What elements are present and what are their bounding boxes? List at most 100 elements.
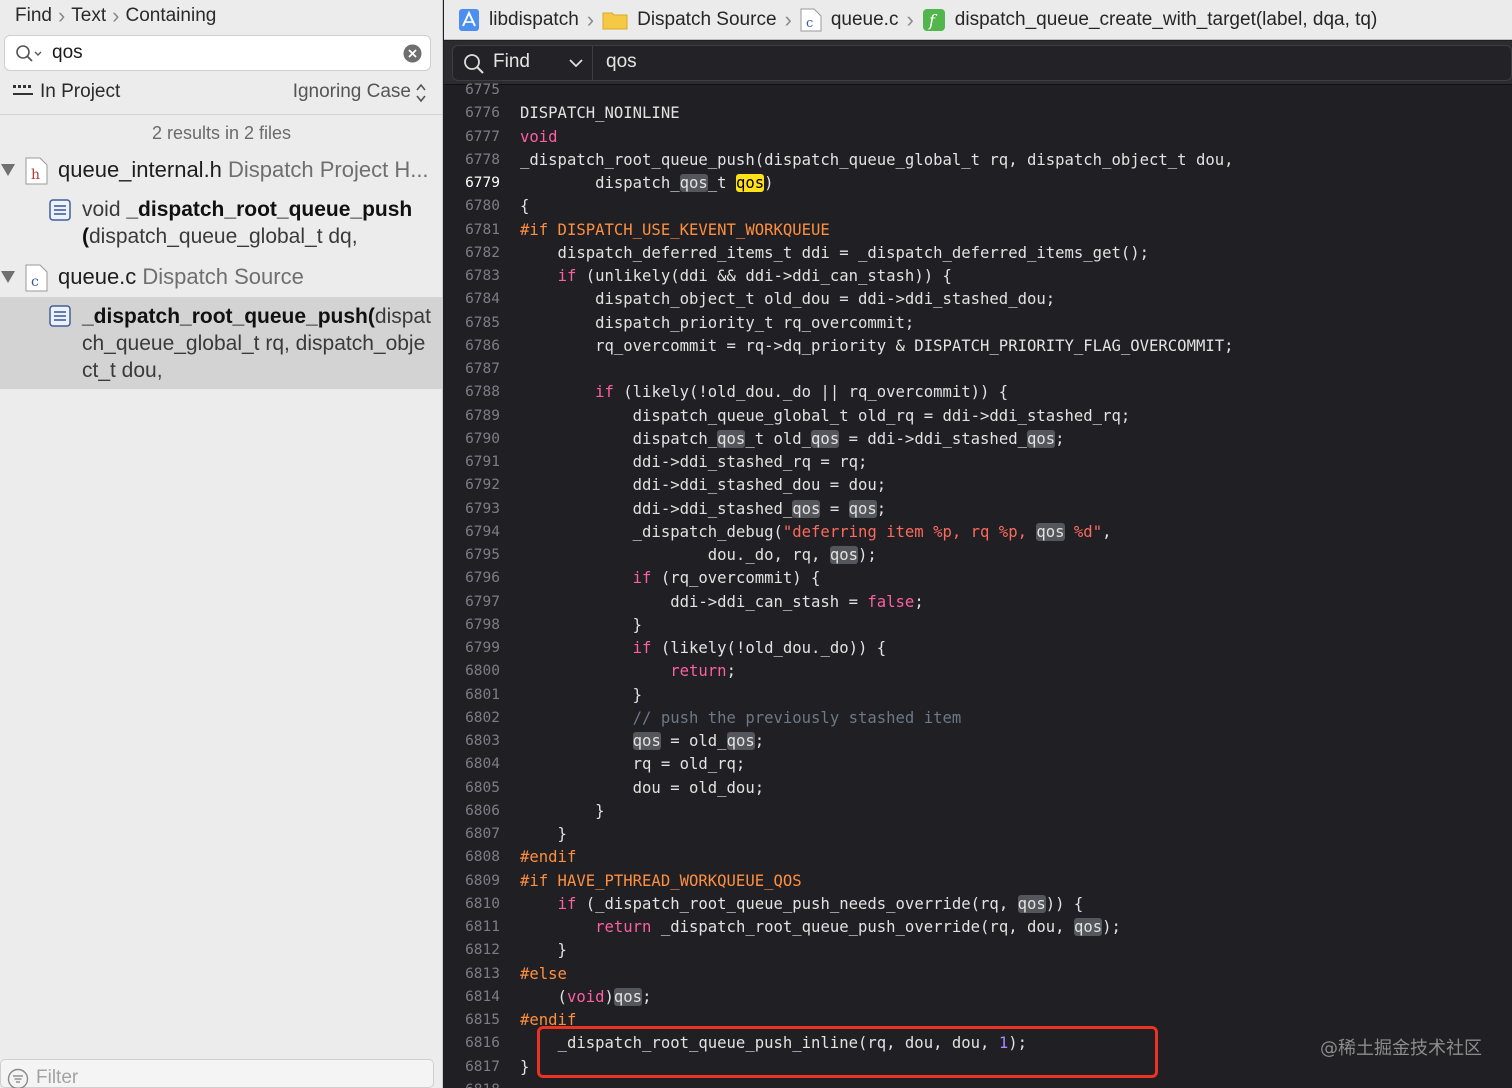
up-down-chevron-icon[interactable] — [415, 82, 427, 104]
filter-field[interactable]: Filter — [0, 1059, 434, 1088]
scope-in-project[interactable]: In Project — [40, 81, 120, 103]
code-line[interactable]: 6792 ddi->ddi_stashed_dou = dou; — [444, 474, 1512, 497]
code-text: ddi->ddi_stashed_dou = dou; — [520, 476, 887, 495]
code-line[interactable]: 6794 _dispatch_debug("deferring item %p,… — [444, 521, 1512, 544]
line-number: 6796 — [465, 570, 500, 587]
disclosure-triangle-icon[interactable] — [1, 164, 15, 176]
code-line[interactable]: 6798 } — [444, 614, 1512, 637]
code-line[interactable]: 6781 #if DISPATCH_USE_KEVENT_WORKQUEUE — [444, 219, 1512, 242]
code-text: dispatch_qos_t old_qos = ddi->ddi_stashe… — [520, 429, 1065, 448]
result-match-text: _dispatch_root_queue_push(dispatch_queue… — [82, 305, 431, 382]
search-match: qos — [717, 429, 746, 448]
code-text: dispatch_qos_t qos) — [520, 174, 774, 192]
code-line[interactable]: 6809 #if HAVE_PTHREAD_WORKQUEUE_QOS — [444, 870, 1512, 893]
code-line[interactable]: 6803 qos = old_qos; — [444, 730, 1512, 753]
editor-find-field[interactable]: Find qos — [452, 45, 1512, 81]
line-number: 6799 — [465, 640, 500, 656]
c-file-icon: c — [800, 8, 822, 31]
code-line[interactable]: 6807 } — [444, 823, 1512, 846]
code-line[interactable]: 6782 dispatch_deferred_items_t ddi = _di… — [444, 242, 1512, 265]
line-number: 6803 — [465, 733, 500, 749]
code-line[interactable]: 6787 — [444, 358, 1512, 381]
line-number: 6812 — [465, 942, 500, 959]
code-line[interactable]: 6786 rq_overcommit = rq->dq_priority & D… — [444, 335, 1512, 358]
code-line[interactable]: 6800 return; — [444, 660, 1512, 683]
code-text: if (likely(!old_dou._do || rq_overcommit… — [595, 383, 1009, 402]
case-sensitivity-selector[interactable]: Ignoring Case — [293, 81, 411, 103]
code-line[interactable]: 6775 — [444, 79, 1512, 102]
line-number: 6806 — [465, 802, 500, 819]
editor-find-input[interactable]: qos — [606, 51, 637, 73]
chevron-right-icon: › — [586, 6, 595, 32]
search-match: qos — [792, 499, 821, 518]
code-line[interactable]: 6789 dispatch_queue_global_t old_rq = dd… — [444, 405, 1512, 428]
code-line[interactable]: 6780 { — [444, 195, 1512, 218]
line-number: 6785 — [465, 314, 500, 331]
code-text: dispatch_priority_t rq_overcommit; — [520, 313, 915, 332]
code-line[interactable]: 6811 return _dispatch_root_queue_push_ov… — [444, 916, 1512, 939]
result-match-item-selected[interactable]: _dispatch_root_queue_push(dispatch_queue… — [0, 297, 442, 389]
code-line[interactable]: 6804 rq = old_rq; — [444, 753, 1512, 776]
code-line[interactable]: 6791 ddi->ddi_stashed_rq = rq; — [444, 451, 1512, 474]
crumb-find[interactable]: Find — [15, 5, 52, 27]
code-line[interactable]: 6783 if (unlikely(ddi && ddi->ddi_can_st… — [444, 265, 1512, 288]
result-group-file[interactable]: c queue.c Dispatch Source — [0, 259, 442, 297]
code-text: } — [520, 941, 567, 960]
result-group-file[interactable]: h queue_internal.h Dispatch Project H... — [0, 152, 442, 190]
code-text: return; — [670, 662, 736, 681]
folder-icon — [602, 12, 628, 29]
code-line[interactable]: 6779 dispatch_qos_t qos) — [444, 172, 1512, 195]
search-match: qos — [1036, 522, 1065, 541]
jump-bar-project[interactable]: libdispatch — [489, 9, 579, 31]
code-line[interactable]: 6795 dou._do, rq, qos); — [444, 544, 1512, 567]
code-text: rq = old_rq; — [520, 755, 746, 774]
code-line[interactable]: 6784 dispatch_object_t old_dou = ddi->dd… — [444, 288, 1512, 311]
code-line[interactable]: 6801 } — [444, 684, 1512, 707]
code-line[interactable]: 6797 ddi->ddi_can_stash = false; — [444, 591, 1512, 614]
code-line[interactable]: 6813 #else — [444, 963, 1512, 986]
search-input[interactable]: qos — [52, 36, 83, 70]
code-line[interactable]: 6812 } — [444, 939, 1512, 962]
line-number: 6809 — [465, 872, 500, 889]
jump-bar-group[interactable]: Dispatch Source — [637, 9, 776, 31]
code-line[interactable]: 6796 if (rq_overcommit) { — [444, 567, 1512, 590]
code-line[interactable]: 6785 dispatch_priority_t rq_overcommit; — [444, 312, 1512, 335]
code-line[interactable]: 6799 if (likely(!old_dou._do)) { — [444, 637, 1512, 660]
code-line[interactable]: 6776 DISPATCH_NOINLINE — [444, 102, 1512, 125]
result-match-item[interactable]: void _dispatch_root_queue_push (dispatch_… — [0, 196, 442, 254]
code-line[interactable]: 6778 _dispatch_root_queue_push(dispatch_q… — [444, 149, 1512, 172]
search-match: qos — [632, 732, 661, 750]
code-line[interactable]: 6810 if (_dispatch_root_queue_push_needs… — [444, 893, 1512, 916]
disclosure-triangle-icon[interactable] — [1, 271, 15, 283]
line-number: 6784 — [465, 291, 500, 308]
code-line[interactable]: 6793 ddi->ddi_stashed_qos = qos; — [444, 498, 1512, 521]
code-line[interactable]: 6802 // push the previously stashed item — [444, 707, 1512, 730]
code-text: #if HAVE_PTHREAD_WORKQUEUE_QOS — [520, 871, 802, 890]
search-match: qos — [811, 429, 840, 448]
highlight-annotation-box — [537, 1026, 1158, 1078]
line-number: 6811 — [465, 919, 500, 935]
code-text: #endif — [520, 848, 577, 867]
code-line[interactable]: 6777 void — [444, 126, 1512, 149]
crumb-containing[interactable]: Containing — [125, 5, 216, 27]
line-number: 6795 — [465, 547, 500, 563]
code-area[interactable]: 6775 6776 DISPATCH_NOINLINE 6777 void 6778 _di… — [444, 79, 1512, 1088]
clear-search-icon[interactable] — [403, 44, 422, 63]
search-options-icon[interactable] — [15, 44, 43, 64]
code-line[interactable]: 6805 dou = old_dou; — [444, 777, 1512, 800]
jump-bar-function[interactable]: dispatch_queue_create_with_target(label,… — [955, 9, 1378, 31]
code-line[interactable]: 6806 } — [444, 800, 1512, 823]
find-search-field[interactable]: qos — [4, 35, 431, 71]
line-number: 6798 — [465, 616, 500, 633]
code-line[interactable]: 6788 if (likely(!old_dou._do || rq_overc… — [444, 381, 1512, 404]
find-mode-selector[interactable]: Find — [453, 46, 593, 80]
code-text: } — [520, 825, 567, 843]
code-line[interactable]: 6814 (void)qos; — [444, 986, 1512, 1009]
jump-bar-file[interactable]: queue.c — [831, 9, 899, 31]
code-line[interactable]: 6818 — [444, 1079, 1512, 1088]
search-match: qos — [829, 546, 858, 564]
code-line[interactable]: 6790 dispatch_qos_t old_qos = ddi->ddi_s… — [444, 428, 1512, 451]
code-line[interactable]: 6808 #endif — [444, 846, 1512, 869]
crumb-text[interactable]: Text — [71, 5, 106, 27]
line-number: 6807 — [465, 826, 500, 842]
